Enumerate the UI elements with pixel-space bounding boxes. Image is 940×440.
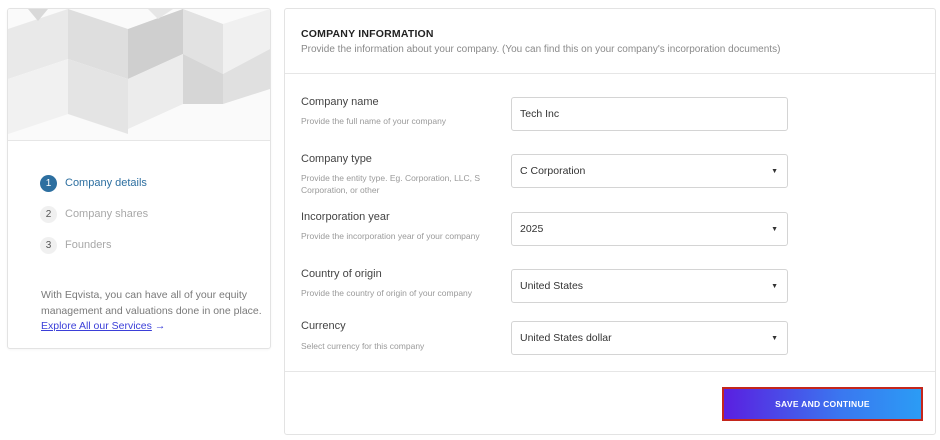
promo-body: With Eqvista, you can have all of your e…	[41, 289, 262, 317]
step-label: Company details	[65, 177, 147, 189]
currency-select[interactable]: United States dollar ▼	[511, 321, 788, 355]
section-title: COMPANY INFORMATION	[301, 28, 434, 40]
incorporation-year-help: Provide the incorporation year of your c…	[301, 231, 480, 241]
incorporation-year-label: Incorporation year	[301, 211, 390, 223]
company-type-help: Provide the entity type. Eg. Corporation…	[301, 173, 481, 195]
caret-down-icon: ▼	[771, 226, 778, 233]
promo-text: With Eqvista, you can have all of your e…	[41, 288, 263, 335]
save-and-continue-button[interactable]: SAVE AND CONTINUE	[722, 387, 923, 421]
arrow-right-icon[interactable]: →	[155, 320, 166, 332]
company-name-label: Company name	[301, 96, 379, 108]
country-of-origin-select[interactable]: United States ▼	[511, 269, 788, 303]
country-of-origin-help: Provide the country of origin of your co…	[301, 288, 473, 298]
caret-down-icon: ▼	[771, 335, 778, 342]
pattern-divider	[8, 140, 270, 141]
step-company-details[interactable]: 1 Company details	[40, 174, 147, 192]
currency-label: Currency	[301, 320, 346, 332]
step-label: Founders	[65, 239, 112, 251]
currency-value: United States dollar	[520, 332, 612, 344]
incorporation-year-value: 2025	[520, 223, 544, 235]
company-name-help: Provide the full name of your company	[301, 116, 447, 126]
header-divider	[285, 73, 935, 74]
company-type-label: Company type	[301, 153, 372, 165]
incorporation-year-select[interactable]: 2025 ▼	[511, 212, 788, 246]
explore-services-link[interactable]: Explore All our Services	[41, 320, 152, 332]
step-founders[interactable]: 3 Founders	[40, 236, 111, 254]
section-subtitle: Provide the information about your compa…	[301, 44, 781, 55]
caret-down-icon: ▼	[771, 168, 778, 175]
company-type-select[interactable]: C Corporation ▼	[511, 154, 788, 188]
step-number: 3	[40, 236, 57, 254]
step-company-shares[interactable]: 2 Company shares	[40, 205, 148, 223]
country-of-origin-value: United States	[520, 280, 584, 292]
footer-divider	[285, 371, 935, 372]
company-name-field[interactable]	[511, 97, 788, 131]
country-of-origin-label: Country of origin	[301, 268, 382, 280]
caret-down-icon: ▼	[771, 283, 778, 290]
currency-help: Select currency for this company	[301, 341, 425, 351]
decorative-pattern	[8, 9, 270, 141]
company-information-form: COMPANY INFORMATION Provide the informat…	[284, 8, 936, 435]
company-name-input[interactable]	[520, 108, 779, 120]
step-label: Company shares	[65, 208, 149, 220]
step-number: 1	[40, 174, 57, 192]
step-number: 2	[40, 205, 57, 223]
wizard-sidebar: 1 Company details 2 Company shares 3 Fou…	[7, 8, 271, 349]
company-type-value: C Corporation	[520, 165, 586, 177]
